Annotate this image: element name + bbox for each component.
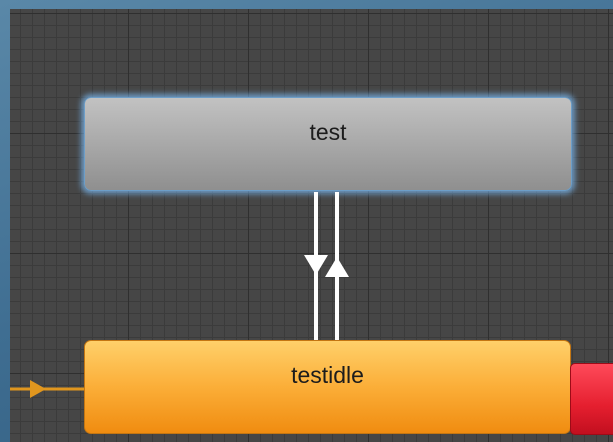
state-node-test[interactable]: test [84, 97, 572, 191]
animator-graph-canvas[interactable]: test testidle [10, 9, 613, 442]
animator-window: test testidle [0, 0, 613, 442]
state-node-test-label: test [309, 118, 347, 145]
state-node-testidle[interactable]: testidle [84, 340, 571, 434]
exit-state-node[interactable] [570, 363, 613, 435]
state-node-testidle-label: testidle [291, 361, 364, 388]
